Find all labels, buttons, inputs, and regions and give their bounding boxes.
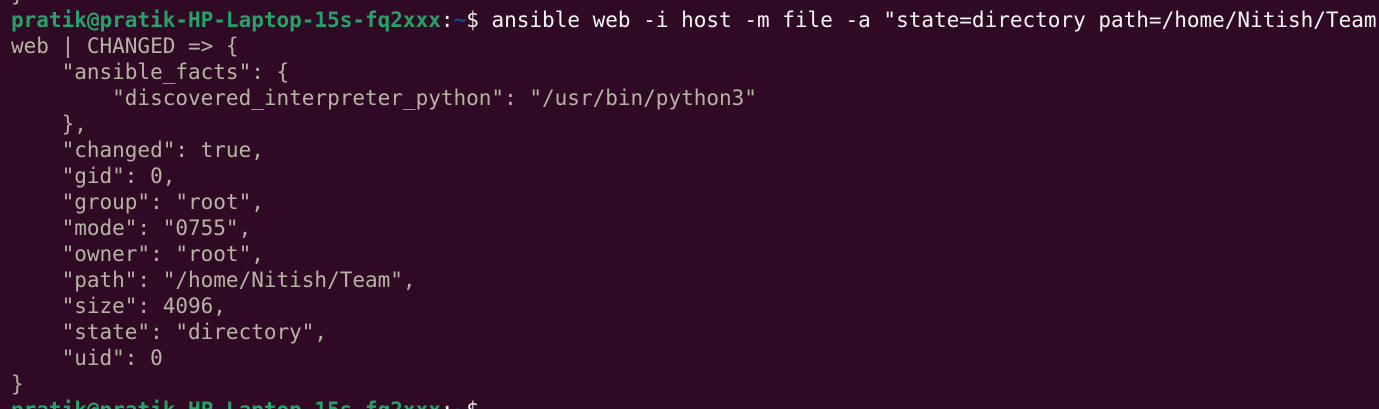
output-line: "group": "root", xyxy=(11,190,264,214)
prompt-path: ~ xyxy=(453,8,467,32)
output-line: "changed": true, xyxy=(11,138,264,162)
terminal-buffer: } pratik@pratik-HP-Laptop-15s-fq2xxx:~$ … xyxy=(11,0,1379,409)
output-line: "discovered_interpreter_python": "/usr/b… xyxy=(11,86,757,110)
prompt-symbol: $ xyxy=(466,8,492,32)
output-line: "path": "/home/Nitish/Team", xyxy=(11,268,416,292)
output-line: "state": "directory", xyxy=(11,320,328,344)
output-line: "uid": 0 xyxy=(11,346,163,370)
next-prompt-line[interactable]: pratik@pratik-HP-Laptop-15s-fq2xxx:~$ xyxy=(11,397,1379,409)
terminal-window[interactable]: } pratik@pratik-HP-Laptop-15s-fq2xxx:~$ … xyxy=(0,0,1379,409)
prompt-user-host: pratik@pratik-HP-Laptop-15s-fq2xxx xyxy=(11,8,441,32)
entered-command: ansible web -i host -m file -a "state=di… xyxy=(491,8,1379,32)
prompt-path: ~ xyxy=(454,398,467,409)
output-line: "ansible_facts": { xyxy=(11,60,290,84)
prompt-colon: : xyxy=(441,398,454,409)
output-line: web | CHANGED => { xyxy=(11,34,239,58)
output-line: }, xyxy=(11,112,87,136)
output-line: "size": 4096, xyxy=(11,294,226,318)
prompt-colon: : xyxy=(440,8,454,32)
prompt-user-host: pratik@pratik-HP-Laptop-15s-fq2xxx xyxy=(11,398,441,409)
output-line: "mode": "0755", xyxy=(11,216,252,240)
command-prompt-line: pratik@pratik-HP-Laptop-15s-fq2xxx:~$ an… xyxy=(11,7,1379,33)
output-line: } xyxy=(11,372,24,396)
output-line: "owner": "root", xyxy=(11,242,264,266)
prompt-symbol: $ xyxy=(466,398,491,409)
previous-output-line: } xyxy=(11,0,1379,7)
output-line: "gid": 0, xyxy=(11,164,176,188)
